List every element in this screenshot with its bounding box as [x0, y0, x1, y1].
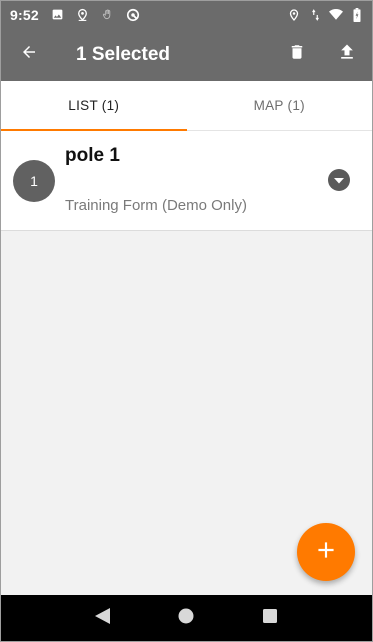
tab-map[interactable]: MAP (1) — [187, 81, 373, 130]
system-nav-bar — [1, 595, 372, 641]
plus-icon — [313, 537, 339, 568]
trash-icon — [288, 42, 306, 67]
circle-home-icon — [178, 608, 194, 629]
status-bar: 9:52 — [1, 1, 372, 28]
item-subtitle: Training Form (Demo Only) — [65, 197, 247, 214]
chevron-down-icon — [334, 171, 344, 189]
app-bar: 1 Selected — [1, 28, 372, 81]
page-title: 1 Selected — [76, 43, 170, 65]
add-button[interactable] — [297, 523, 355, 581]
status-notification-icons — [51, 8, 140, 22]
sync-icon — [126, 8, 140, 22]
back-button[interactable] — [1, 28, 57, 81]
battery-icon — [350, 7, 364, 22]
upload-icon — [337, 42, 357, 67]
triangle-back-icon — [95, 607, 111, 629]
location-pin-icon — [287, 8, 301, 22]
item-number-badge: 1 — [13, 160, 55, 202]
list-item[interactable]: 1 pole 1 Training Form (Demo Only) — [1, 131, 372, 231]
tab-list[interactable]: LIST (1) — [1, 81, 187, 131]
square-recents-icon — [263, 608, 278, 628]
hand-icon — [101, 8, 115, 22]
delete-button[interactable] — [272, 28, 322, 81]
nav-home-button[interactable] — [166, 598, 206, 638]
status-system-icons — [287, 7, 364, 22]
nav-back-button[interactable] — [83, 598, 123, 638]
tab-bar: LIST (1) MAP (1) — [1, 81, 372, 131]
image-icon — [51, 8, 65, 22]
arrow-back-icon — [20, 43, 38, 66]
upload-button[interactable] — [322, 28, 372, 81]
location-pin-icon — [76, 8, 90, 22]
wifi-icon — [329, 8, 343, 22]
status-time: 9:52 — [10, 6, 39, 23]
app-bar-actions — [272, 28, 372, 81]
item-title: pole 1 — [65, 145, 120, 166]
app-screen: 9:52 1 Selected LIST (1) MAP (1) 1 pole … — [0, 0, 373, 642]
data-arrows-icon — [308, 8, 322, 22]
expand-button[interactable] — [328, 169, 350, 191]
nav-recents-button[interactable] — [250, 598, 290, 638]
